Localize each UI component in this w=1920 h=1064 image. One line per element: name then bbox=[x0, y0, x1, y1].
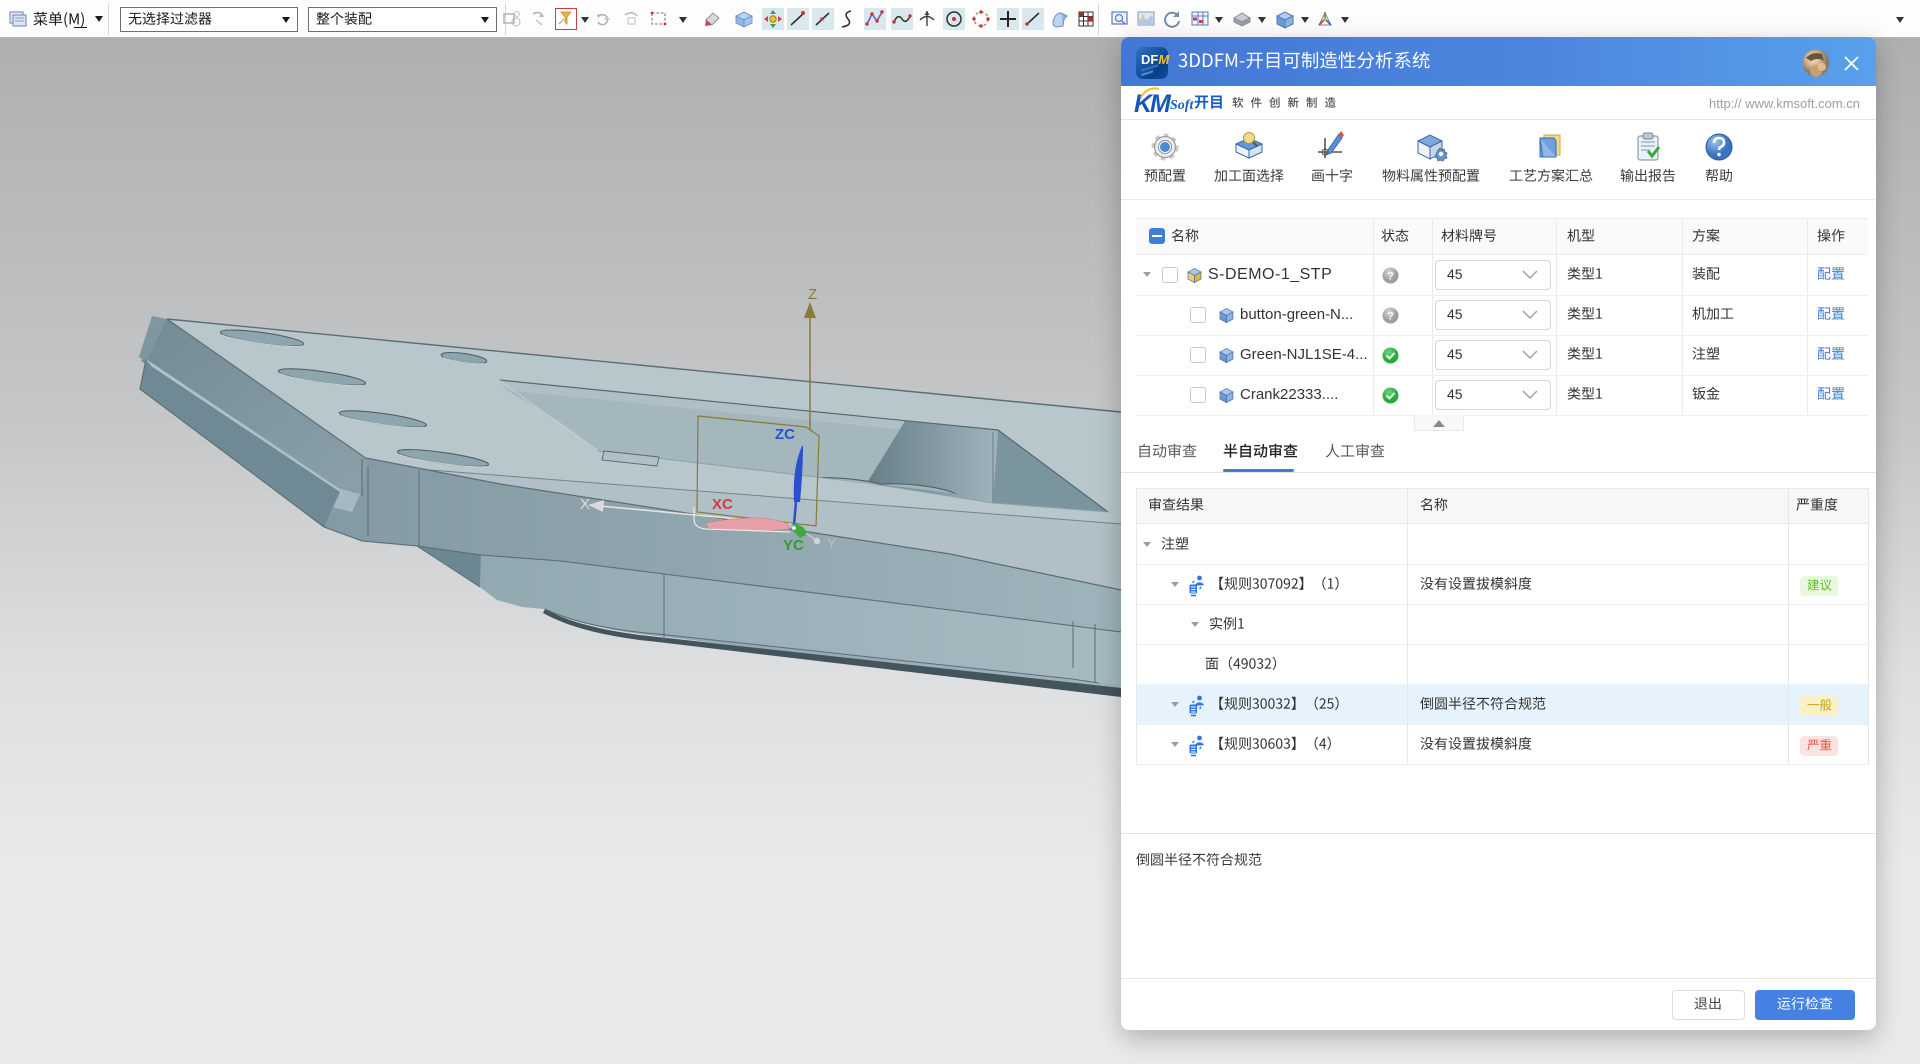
svg-text:?: ? bbox=[1387, 311, 1394, 323]
svg-text:?: ? bbox=[1387, 271, 1394, 283]
